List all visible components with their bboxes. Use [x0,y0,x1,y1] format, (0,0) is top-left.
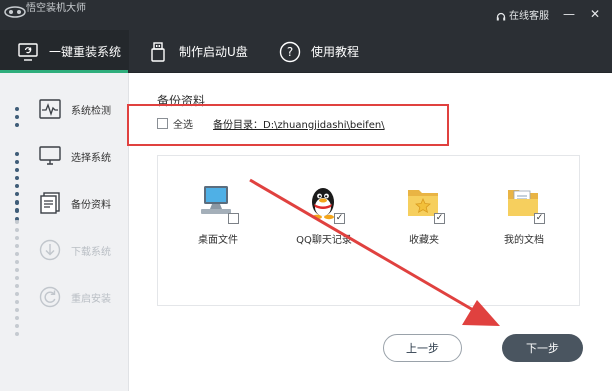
desktop-checkbox[interactable] [228,213,239,224]
step-connector [15,107,19,127]
svg-text:?: ? [287,45,293,59]
app-title: 悟空装机大师 [26,3,86,14]
tab-make-usb-label: 制作启动U盘 [179,45,248,59]
tab-tutorial[interactable]: ? 使用教程 [279,30,359,73]
sidebar-item-backup: 备份资料 [38,191,111,215]
sidebar-item-label: 选择系统 [71,152,111,164]
monitor-icon [38,144,62,168]
previous-step-button[interactable]: 上一步 [383,334,462,362]
sidebar-item-download: 下载系统 [38,238,111,262]
top-navigation: 一键重装系统 制作启动U盘 ? 使用教程 [0,30,612,73]
step-connector [15,201,19,221]
qq-checkbox[interactable]: ✓ [334,213,345,224]
backup-items-panel: 桌面文件 ✓ QQ聊天记录 ✓ 收藏夹 ✓ 我的文档 [157,155,580,306]
close-button[interactable]: ✕ [588,7,602,21]
backup-item-label: 桌面文件 [198,235,238,246]
tab-reinstall-system[interactable]: 一键重装系统 [0,30,129,73]
sidebar-item-label: 备份资料 [71,199,111,211]
tab-make-usb[interactable]: 制作启动U盘 [147,30,248,73]
restart-icon [38,285,62,309]
sidebar-item-label: 系统检测 [71,105,111,117]
online-help-button[interactable]: 在线客服 [496,11,549,23]
favorites-checkbox[interactable]: ✓ [434,213,445,224]
download-icon [38,238,62,262]
annotation-highlight-box [127,104,449,146]
backup-item-label: 收藏夹 [409,235,439,246]
backup-item-qq-chat[interactable]: ✓ QQ聊天记录 [284,182,364,246]
headset-icon [496,12,506,21]
usb-icon [147,41,169,63]
backup-item-label: QQ聊天记录 [296,235,352,246]
sidebar-item-label: 重启安装 [71,293,111,305]
sidebar-item-restart-install: 重启安装 [38,285,111,309]
online-help-label: 在线客服 [509,11,549,22]
backup-item-desktop[interactable]: 桌面文件 [178,182,258,246]
title-bar: 悟空装机大师 在线客服 — ✕ [0,0,612,30]
tab-tutorial-label: 使用教程 [311,45,360,59]
next-step-button[interactable]: 下一步 [502,334,583,362]
reinstall-icon [17,41,39,63]
system-check-icon [38,97,62,121]
backup-item-my-documents[interactable]: ✓ 我的文档 [484,182,564,246]
help-icon: ? [279,41,301,63]
minimize-button[interactable]: — [562,7,576,21]
backup-item-label: 我的文档 [504,235,544,246]
tab-reinstall-label: 一键重装系统 [49,45,122,59]
backup-icon [38,191,62,215]
sidebar: 系统检测 选择系统 备份资料 下载系统 重启安装 [0,73,129,391]
app-logo-icon [4,6,26,18]
sidebar-item-select-system: 选择系统 [38,144,111,168]
my-documents-checkbox[interactable]: ✓ [534,213,545,224]
step-connector [15,220,19,336]
sidebar-item-label: 下载系统 [71,246,111,258]
backup-item-favorites[interactable]: ✓ 收藏夹 [384,182,464,246]
sidebar-item-system-check: 系统检测 [38,97,111,121]
